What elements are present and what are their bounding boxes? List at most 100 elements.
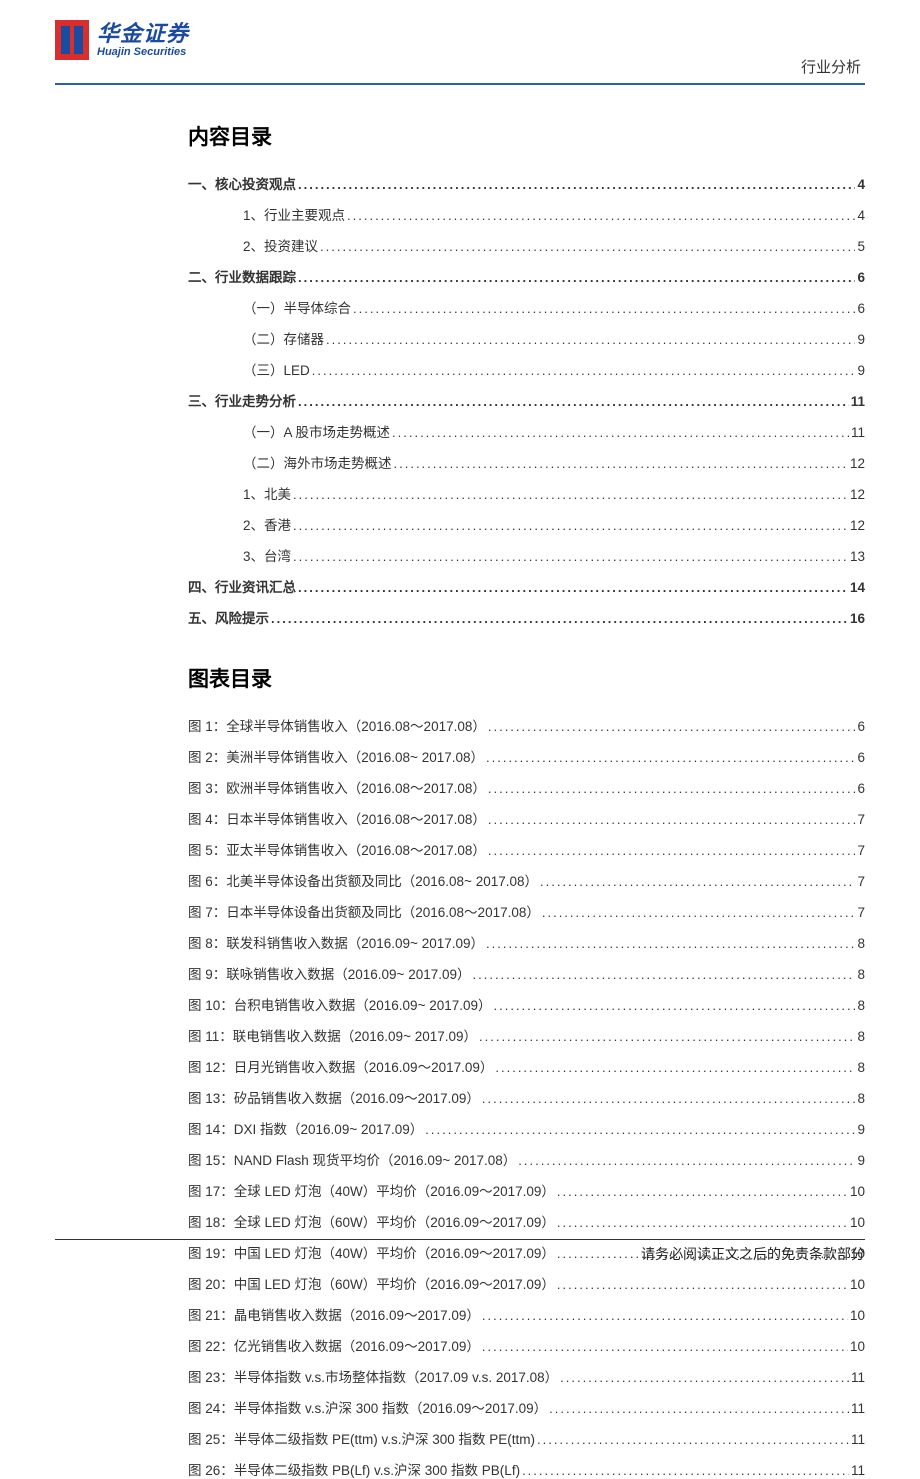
figure-entry-label: 图 21：晶电销售收入数据（2016.09～2017.09） [188, 1304, 480, 1324]
figure-entry[interactable]: 图 22：亿光销售收入数据（2016.09～2017.09） 10 [188, 1335, 865, 1355]
figure-entry[interactable]: 图 17：全球 LED 灯泡（40W）平均价（2016.09～2017.09） … [188, 1180, 865, 1200]
figure-dots [495, 1060, 855, 1075]
figure-entry-page: 10 [850, 1308, 865, 1323]
figure-entry-label: 图 20：中国 LED 灯泡（60W）平均价（2016.09～2017.09） [188, 1273, 555, 1293]
figure-entry[interactable]: 图 2：美洲半导体销售收入（2016.08~ 2017.08） 6 [188, 746, 865, 766]
figure-dots [537, 1432, 849, 1447]
toc-entry[interactable]: 3、台湾 13 [188, 545, 865, 565]
figure-entry-label: 图 10：台积电销售收入数据（2016.09~ 2017.09） [188, 994, 492, 1014]
figure-dots [560, 1370, 849, 1385]
toc-entry-label: （一）A 股市场走势概述 [243, 421, 390, 441]
page-content: 内容目录 一、核心投资观点4 1、行业主要观点 4 2、投资建议 5 二、行业数据跟踪… [0, 85, 920, 1479]
figure-entry-label: 图 2：美洲半导体销售收入（2016.08~ 2017.08） [188, 746, 484, 766]
table-of-contents: 一、核心投资观点41、行业主要观点 42、投资建议 5二、行业数据跟踪6（一）半… [188, 173, 865, 627]
figure-dots [482, 1339, 848, 1354]
toc-entry[interactable]: 三、行业走势分析 11 [188, 390, 865, 410]
figure-entry-label: 图 23：半导体指数 v.s.市场整体指数（2017.09 v.s. 2017.… [188, 1366, 558, 1386]
toc-entry[interactable]: （二）海外市场走势概述12 [188, 452, 865, 472]
toc-entry[interactable]: 二、行业数据跟踪 6 [188, 266, 865, 286]
figure-entry-label: 图 24：半导体指数 v.s.沪深 300 指数（2016.09～2017.09… [188, 1397, 547, 1417]
toc-entry-page: 16 [850, 611, 865, 626]
figure-entry-label: 图 8：联发科销售收入数据（2016.09~ 2017.09） [188, 932, 484, 952]
figure-entry[interactable]: 图 23：半导体指数 v.s.市场整体指数（2017.09 v.s. 2017.… [188, 1366, 865, 1386]
toc-entry[interactable]: 1、北美 12 [188, 483, 865, 503]
toc-entry[interactable]: 五、风险提示 16 [188, 607, 865, 627]
figure-entry[interactable]: 图 13：矽品销售收入数据（2016.09～2017.09） 8 [188, 1087, 865, 1107]
toc-entry[interactable]: （一）A 股市场走势概述 11 [188, 421, 865, 441]
toc-entry-label: 二、行业数据跟踪 [188, 266, 296, 286]
figure-entry[interactable]: 图 25：半导体二级指数 PE(ttm) v.s.沪深 300 指数 PE(tt… [188, 1428, 865, 1448]
toc-entry-page: 6 [857, 270, 865, 285]
toc-dots [353, 301, 855, 316]
figure-entry-page: 7 [857, 874, 865, 889]
toc-entry[interactable]: 2、投资建议 5 [188, 235, 865, 255]
figure-entry-label: 图 6：北美半导体设备出货额及同比（2016.08~ 2017.08） [188, 870, 538, 890]
figure-entry[interactable]: 图 20：中国 LED 灯泡（60W）平均价（2016.09～2017.09） … [188, 1273, 865, 1293]
figure-entry-page: 6 [857, 781, 865, 796]
toc-entry[interactable]: （一）半导体综合6 [188, 297, 865, 317]
figure-dots [473, 967, 856, 982]
toc-entry-page: 6 [857, 301, 865, 316]
figure-entry[interactable]: 图 15：NAND Flash 现货平均价（2016.09~ 2017.08） … [188, 1149, 865, 1169]
figure-entry-label: 图 5：亚太半导体销售收入（2016.08～2017.08） [188, 839, 486, 859]
figure-entry[interactable]: 图 1：全球半导体销售收入（2016.08～2017.08） 6 [188, 715, 865, 735]
toc-entry-label: 2、投资建议 [243, 235, 318, 255]
figure-entry-label: 图 12：日月光销售收入数据（2016.09～2017.09） [188, 1056, 493, 1076]
figure-entry-page: 8 [857, 1091, 865, 1106]
figure-entry[interactable]: 图 4：日本半导体销售收入（2016.08～2017.08） 7 [188, 808, 865, 828]
toc-entry-label: （三）LED [243, 359, 310, 379]
figure-dots [488, 812, 856, 827]
toc-entry-label: 2、香港 [243, 514, 291, 534]
figure-entry[interactable]: 图 21：晶电销售收入数据（2016.09～2017.09） 10 [188, 1304, 865, 1324]
figure-entry[interactable]: 图 18：全球 LED 灯泡（60W）平均价（2016.09～2017.09） … [188, 1211, 865, 1231]
figure-entry-page: 9 [857, 1153, 865, 1168]
figure-entry-page: 7 [857, 843, 865, 858]
figure-dots [522, 1463, 849, 1478]
toc-entry[interactable]: （二）存储器9 [188, 328, 865, 348]
toc-entry-label: 三、行业走势分析 [188, 390, 296, 410]
figure-entry[interactable]: 图 12：日月光销售收入数据（2016.09～2017.09） 8 [188, 1056, 865, 1076]
figure-dots [482, 1308, 848, 1323]
figure-entry[interactable]: 图 14：DXI 指数（2016.09~ 2017.09） 9 [188, 1118, 865, 1138]
toc-entry[interactable]: 四、行业资讯汇总14 [188, 576, 865, 596]
toc-entry[interactable]: （三）LED9 [188, 359, 865, 379]
toc-entry[interactable]: 2、香港 12 [188, 514, 865, 534]
figure-dots [488, 719, 856, 734]
figure-entry[interactable]: 图 26：半导体二级指数 PB(Lf) v.s.沪深 300 指数 PB(Lf)… [188, 1459, 865, 1479]
figures-title: 图表目录 [188, 663, 865, 693]
figure-entry[interactable]: 图 9：联咏销售收入数据（2016.09~ 2017.09） 8 [188, 963, 865, 983]
toc-entry-page: 12 [850, 487, 865, 502]
figure-entry-page: 6 [857, 750, 865, 765]
figure-entry[interactable]: 图 11：联电销售收入数据（2016.09~ 2017.09） 8 [188, 1025, 865, 1045]
toc-entry[interactable]: 一、核心投资观点4 [188, 173, 865, 193]
figure-entry[interactable]: 图 10：台积电销售收入数据（2016.09~ 2017.09） 8 [188, 994, 865, 1014]
figure-entry[interactable]: 图 24：半导体指数 v.s.沪深 300 指数（2016.09～2017.09… [188, 1397, 865, 1417]
figure-entry-label: 图 22：亿光销售收入数据（2016.09～2017.09） [188, 1335, 480, 1355]
toc-dots [293, 487, 848, 502]
toc-entry-page: 14 [850, 580, 865, 595]
toc-dots [394, 456, 848, 471]
toc-dots [347, 208, 855, 223]
toc-title: 内容目录 [188, 121, 865, 151]
toc-entry-label: 五、风险提示 [188, 607, 269, 627]
figure-dots [494, 998, 856, 1013]
figure-entry-page: 10 [850, 1277, 865, 1292]
figure-dots [518, 1153, 855, 1168]
figure-entry[interactable]: 图 6：北美半导体设备出货额及同比（2016.08~ 2017.08） 7 [188, 870, 865, 890]
toc-dots [293, 518, 848, 533]
toc-dots [298, 270, 855, 285]
toc-entry[interactable]: 1、行业主要观点 4 [188, 204, 865, 224]
toc-entry-label: 3、台湾 [243, 545, 291, 565]
toc-dots [298, 394, 849, 409]
figure-entry-page: 8 [857, 1029, 865, 1044]
figure-entry[interactable]: 图 5：亚太半导体销售收入（2016.08～2017.08） 7 [188, 839, 865, 859]
figure-entry[interactable]: 图 8：联发科销售收入数据（2016.09~ 2017.09） 8 [188, 932, 865, 952]
figure-entry-page: 11 [851, 1432, 865, 1447]
toc-entry-page: 11 [851, 425, 865, 440]
figure-dots [557, 1215, 848, 1230]
figure-entry[interactable]: 图 7：日本半导体设备出货额及同比（2016.08～2017.08） 7 [188, 901, 865, 921]
figure-entry-label: 图 3：欧洲半导体销售收入（2016.08～2017.08） [188, 777, 486, 797]
figure-entry[interactable]: 图 3：欧洲半导体销售收入（2016.08～2017.08） 6 [188, 777, 865, 797]
logo-icon [55, 20, 89, 60]
footer-text: 请务必阅读正文之后的免责条款部分 [641, 1246, 865, 1262]
